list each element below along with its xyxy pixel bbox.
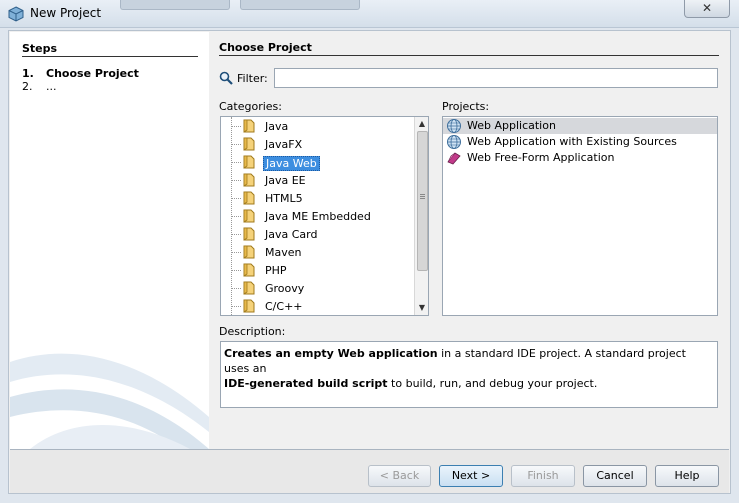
step-label: Choose Project bbox=[46, 67, 139, 80]
category-label: Groovy bbox=[265, 282, 305, 295]
description-text: to build, run, and debug your project. bbox=[387, 377, 598, 390]
next-button[interactable]: Next > bbox=[439, 465, 503, 487]
category-label: Java Card bbox=[265, 228, 318, 241]
background-window-tab bbox=[240, 0, 360, 10]
folder-icon bbox=[241, 136, 257, 152]
steps-list: 1. Choose Project 2.... bbox=[22, 67, 139, 93]
cancel-button[interactable]: Cancel bbox=[583, 465, 647, 487]
category-label: PHP bbox=[265, 264, 287, 277]
category-item[interactable]: Maven bbox=[221, 243, 411, 261]
project-item[interactable]: Web Application bbox=[443, 118, 717, 134]
choose-project-panel: Choose Project Filter: Categories: Proje… bbox=[219, 31, 730, 451]
folder-icon bbox=[241, 262, 257, 278]
category-label: HTML5 bbox=[265, 192, 303, 205]
folder-icon bbox=[241, 118, 257, 134]
filter-label: Filter: bbox=[237, 72, 268, 85]
category-label: Maven bbox=[265, 246, 302, 259]
netbeans-cube-icon bbox=[8, 6, 24, 22]
help-button[interactable]: Help bbox=[655, 465, 719, 487]
close-button[interactable]: ✕ bbox=[684, 0, 730, 18]
tree-connector bbox=[231, 126, 241, 127]
project-label: Web Free-Form Application bbox=[467, 151, 615, 164]
tree-connector bbox=[231, 306, 241, 307]
tree-connector bbox=[231, 180, 241, 181]
category-item[interactable]: Groovy bbox=[221, 279, 411, 297]
tree-connector bbox=[231, 270, 241, 271]
tree-connector bbox=[231, 198, 241, 199]
button-bar: < Back Next > Finish Cancel Help bbox=[10, 450, 729, 493]
category-item[interactable]: JavaFX bbox=[221, 135, 411, 153]
category-label: Java bbox=[265, 120, 289, 133]
tree-connector bbox=[231, 144, 241, 145]
categories-scrollbar[interactable]: ▲ ▼ bbox=[414, 117, 428, 315]
tree-connector bbox=[231, 162, 241, 163]
tree-connector bbox=[231, 288, 241, 289]
category-item[interactable]: Java bbox=[221, 117, 411, 135]
back-button[interactable]: < Back bbox=[368, 465, 431, 487]
category-item[interactable]: Java Card bbox=[221, 225, 411, 243]
folder-icon bbox=[241, 280, 257, 296]
thumb-grip bbox=[420, 198, 425, 199]
category-label: Java Web bbox=[263, 156, 320, 171]
step-label: ... bbox=[46, 80, 57, 93]
finish-button[interactable]: Finish bbox=[511, 465, 575, 487]
project-label: Web Application with Existing Sources bbox=[467, 135, 677, 148]
globe-icon bbox=[446, 118, 462, 134]
tree-connector bbox=[231, 216, 241, 217]
description-label: Description: bbox=[219, 325, 286, 338]
category-item[interactable]: Java EE bbox=[221, 171, 411, 189]
decorative-swoosh-graphic bbox=[10, 353, 209, 449]
step-number: 1. bbox=[22, 67, 34, 80]
folder-icon bbox=[241, 298, 257, 314]
tree-connector bbox=[231, 252, 241, 253]
wizard-dialog: Steps 1. Choose Project 2.... Choose Proj… bbox=[8, 30, 731, 494]
description-bold: IDE-generated build script bbox=[224, 377, 388, 390]
project-label: Web Application bbox=[467, 119, 556, 132]
folder-icon bbox=[241, 244, 257, 260]
panel-title: Choose Project bbox=[219, 41, 312, 54]
folder-icon bbox=[241, 208, 257, 224]
category-item[interactable]: Java ME Embedded bbox=[221, 207, 411, 225]
thumb-grip bbox=[420, 194, 425, 195]
background-window-tab bbox=[120, 0, 230, 10]
categories-label: Categories: bbox=[219, 100, 282, 113]
title-bar: New Project ✕ bbox=[0, 0, 739, 28]
projects-list[interactable]: Web Application Web Application with Exis… bbox=[442, 116, 718, 316]
categories-tree[interactable]: Java JavaFX Java Web Java EE HTML5 Java ME Em… bbox=[220, 116, 429, 316]
category-label: Java EE bbox=[265, 174, 306, 187]
step-item: 2.... bbox=[22, 80, 139, 93]
project-item[interactable]: Web Free-Form Application bbox=[443, 150, 717, 166]
steps-panel: Steps 1. Choose Project 2.... bbox=[10, 32, 209, 449]
category-item[interactable]: C/C++ bbox=[221, 297, 411, 315]
category-item[interactable]: HTML5 bbox=[221, 189, 411, 207]
category-label: Java ME Embedded bbox=[265, 210, 371, 223]
window-title: New Project bbox=[30, 6, 102, 20]
scrollbar-thumb[interactable] bbox=[417, 131, 428, 271]
thumb-grip bbox=[420, 196, 425, 197]
filter-input[interactable] bbox=[274, 68, 718, 88]
folder-icon bbox=[241, 154, 257, 170]
steps-divider bbox=[22, 56, 198, 57]
folder-icon bbox=[241, 190, 257, 206]
category-item[interactable]: Java Web bbox=[221, 153, 411, 171]
project-item[interactable]: Web Application with Existing Sources bbox=[443, 134, 717, 150]
free-form-icon bbox=[446, 150, 462, 166]
description-box: Creates an empty Web application in a st… bbox=[220, 341, 718, 408]
scroll-down-arrow-icon[interactable]: ▼ bbox=[415, 301, 428, 315]
tree-connector bbox=[231, 234, 241, 235]
folder-icon bbox=[241, 172, 257, 188]
globe-icon bbox=[446, 134, 462, 150]
step-item: 1. Choose Project bbox=[22, 67, 139, 80]
panel-divider bbox=[219, 55, 719, 56]
projects-label: Projects: bbox=[442, 100, 490, 113]
category-label: JavaFX bbox=[265, 138, 303, 151]
category-item[interactable]: PHP bbox=[221, 261, 411, 279]
step-number: 2. bbox=[22, 80, 33, 93]
steps-title: Steps bbox=[22, 42, 58, 55]
search-icon bbox=[219, 71, 233, 85]
description-bold: Creates an empty Web application bbox=[224, 347, 438, 360]
category-label: C/C++ bbox=[265, 300, 303, 313]
scroll-up-arrow-icon[interactable]: ▲ bbox=[415, 117, 428, 131]
folder-icon bbox=[241, 226, 257, 242]
